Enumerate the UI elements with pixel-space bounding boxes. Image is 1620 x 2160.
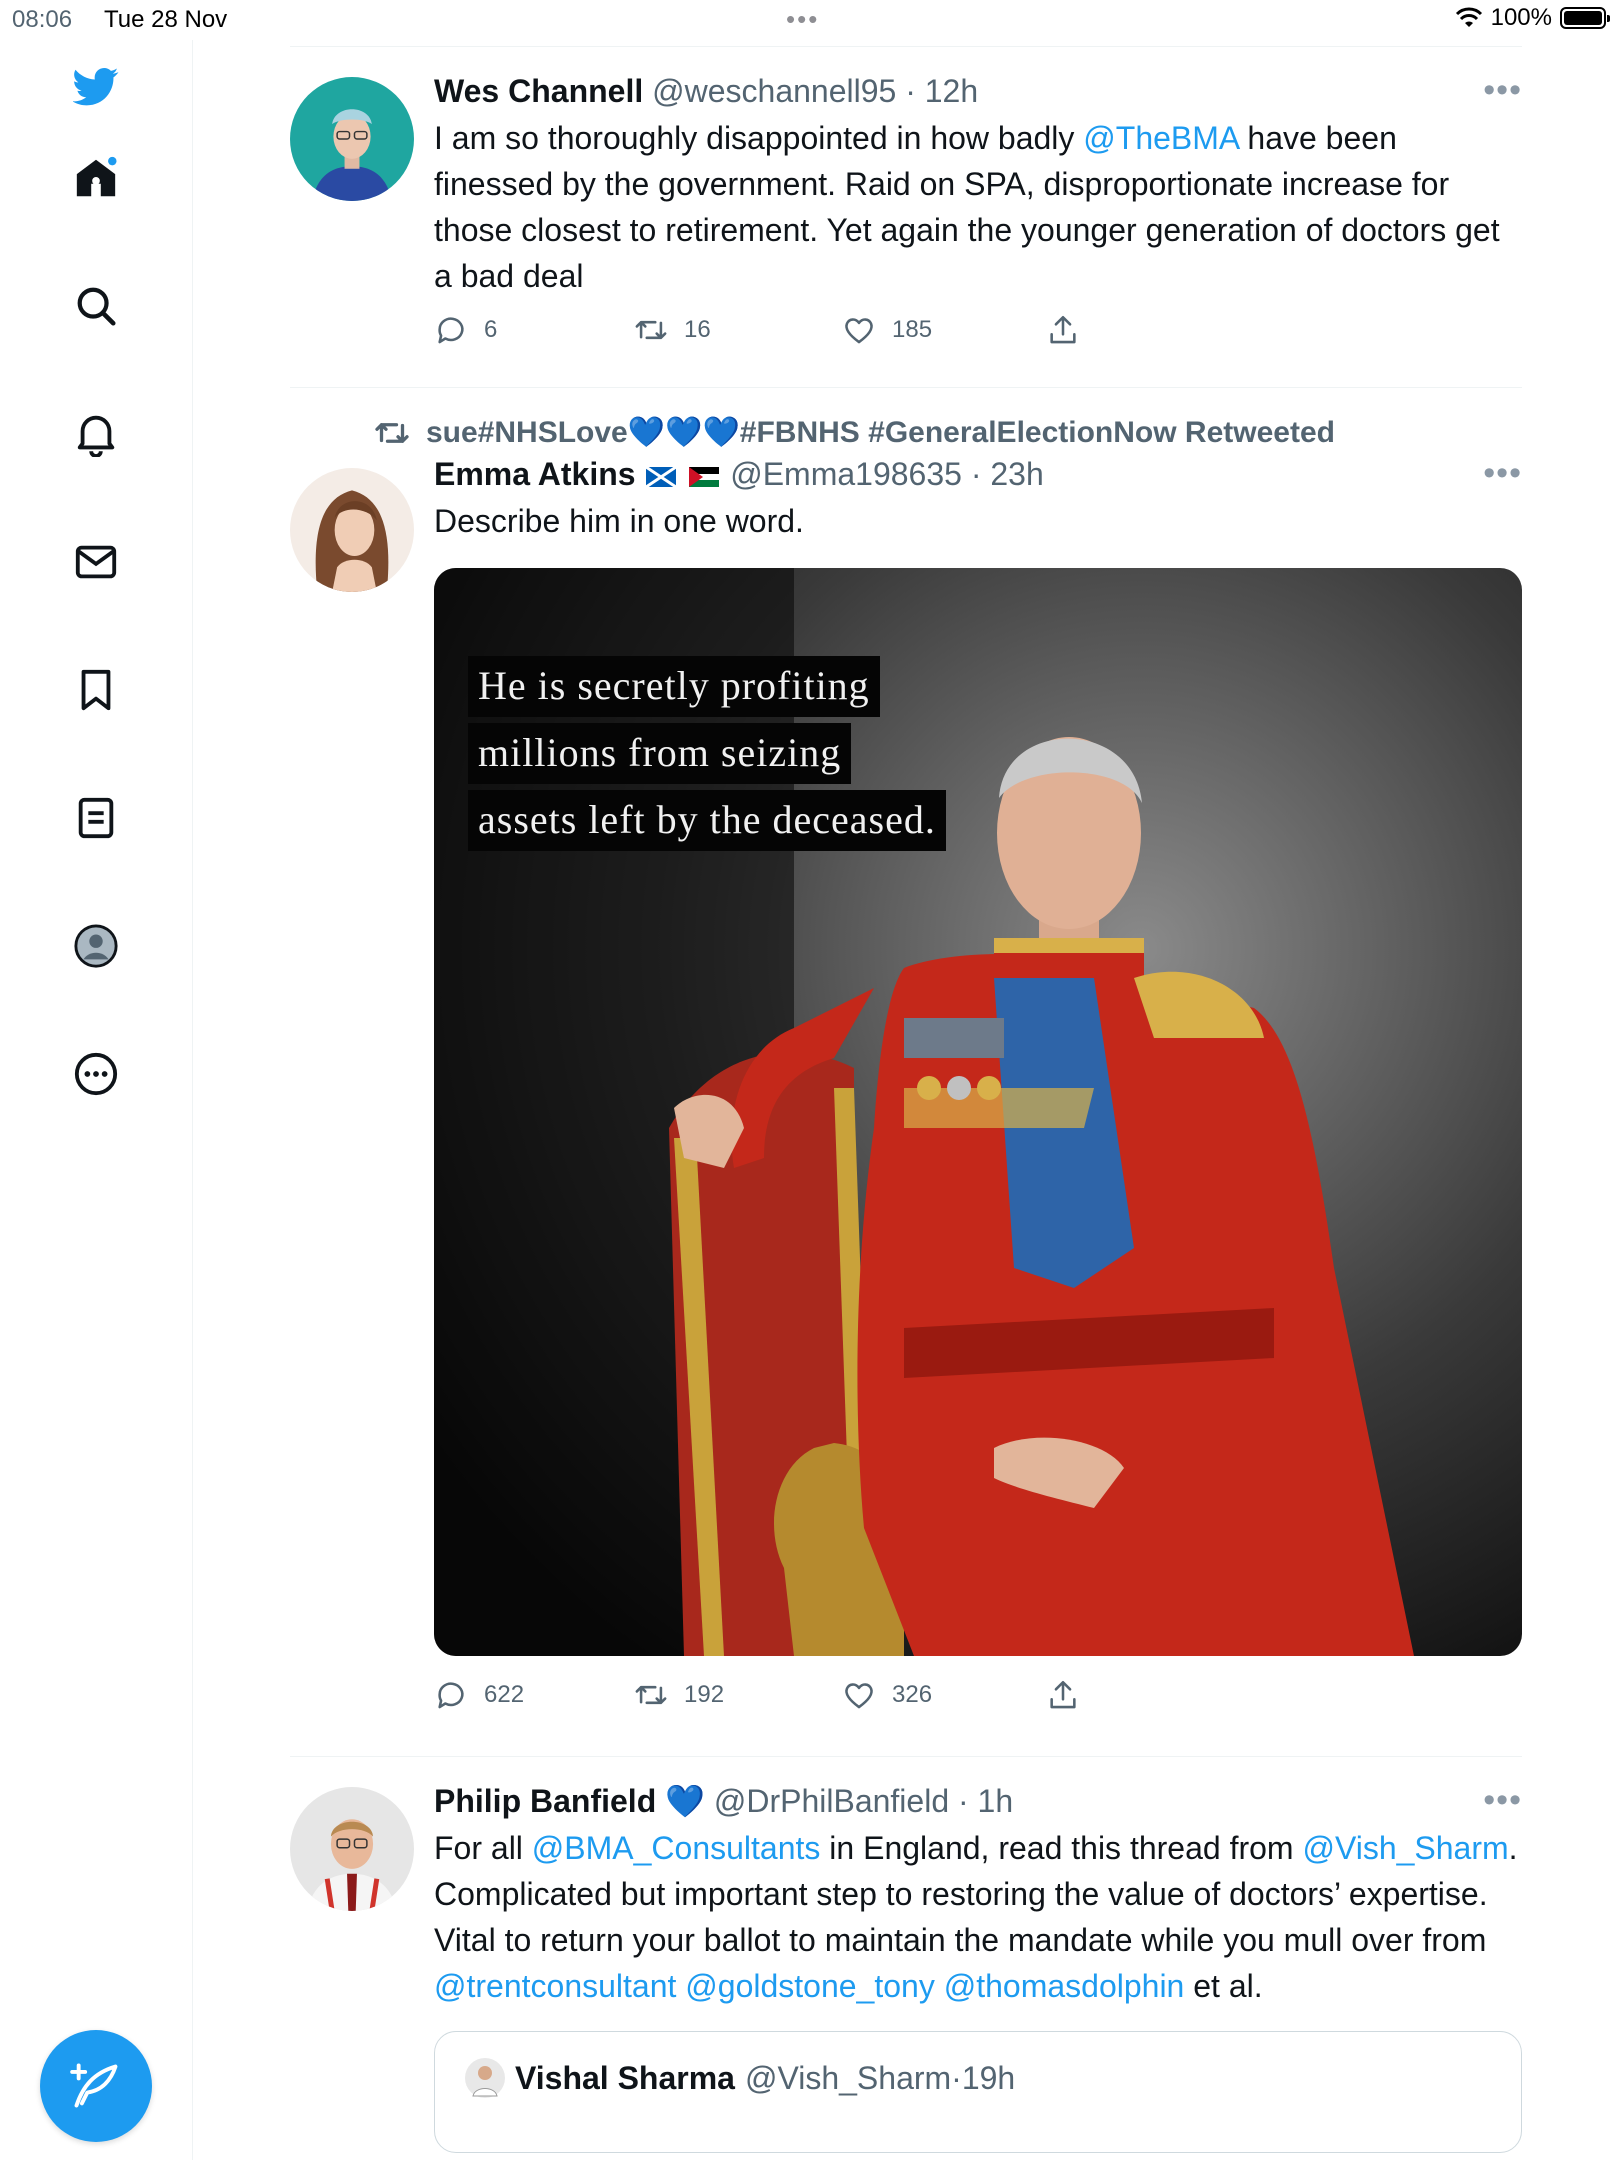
more-icon[interactable] xyxy=(70,1048,122,1100)
tweet-time[interactable]: 23h xyxy=(990,456,1043,492)
status-date: Tue 28 Nov xyxy=(104,6,228,33)
tweet-text: Describe him in one word. xyxy=(434,503,804,539)
status-time: 08:06 xyxy=(12,6,73,33)
more-options-icon[interactable]: ••• xyxy=(1483,454,1522,493)
compose-icon xyxy=(70,2063,118,2108)
like-button[interactable]: 185 xyxy=(842,313,1046,347)
caption-line: assets left by the deceased. xyxy=(468,790,946,851)
quoted-tweet-header: Vishal Sharma @Vish_Sharm · 19h xyxy=(465,2058,1015,2098)
mention-link[interactable]: @goldstone_tony xyxy=(685,1968,935,2004)
multitasking-dots-icon[interactable]: ••• xyxy=(786,4,819,35)
retweeted-by[interactable]: sue#NHSLove💙💙💙#FBNHS #GeneralElectionNow… xyxy=(374,412,1522,454)
compose-button[interactable] xyxy=(40,2030,152,2142)
image-caption: He is secretly profiting millions from s… xyxy=(468,656,946,857)
avatar[interactable] xyxy=(290,1787,414,1911)
twitter-logo-icon[interactable] xyxy=(70,60,122,112)
verified-badge: 💙 xyxy=(665,1783,705,1819)
retweet-icon xyxy=(635,1685,667,1705)
profile-icon[interactable] xyxy=(70,920,122,972)
caption-line: He is secretly profiting xyxy=(468,656,880,717)
battery-icon xyxy=(1560,7,1610,29)
avatar[interactable] xyxy=(290,77,414,201)
author-handle[interactable]: @weschannell95 xyxy=(652,73,896,109)
retweet-button[interactable]: 16 xyxy=(634,313,842,347)
quoted-author-handle[interactable]: @Vish_Sharm xyxy=(745,2060,951,2097)
share-button[interactable] xyxy=(1046,1678,1080,1712)
search-icon[interactable] xyxy=(70,280,122,332)
share-icon xyxy=(1050,1680,1076,1709)
reply-count: 6 xyxy=(484,316,498,343)
status-bar: 08:06 Tue 28 Nov ••• 100% xyxy=(0,0,1620,40)
mention-link[interactable]: @Vish_Sharm xyxy=(1302,1830,1508,1866)
like-button[interactable]: 326 xyxy=(842,1678,1046,1712)
like-count: 185 xyxy=(892,316,933,343)
retweet-count: 16 xyxy=(684,316,711,343)
like-count: 326 xyxy=(892,1681,933,1708)
quoted-author-name[interactable]: Vishal Sharma xyxy=(515,2060,735,2097)
tweet-header: Philip Banfield 💙 @DrPhilBanfield · 1h xyxy=(434,1783,1014,1819)
reply-button[interactable]: 6 xyxy=(434,313,634,347)
tweet-actions: 6 16 185 xyxy=(434,313,1522,347)
retweet-count: 192 xyxy=(684,1681,725,1708)
scotland-flag-icon xyxy=(646,466,677,487)
tweet[interactable]: ••• Philip Banfield 💙 @DrPhilBanfield · … xyxy=(290,1757,1522,2153)
author-name[interactable]: Wes Channell xyxy=(434,73,643,109)
share-icon xyxy=(1050,315,1076,344)
quoted-tweet-time[interactable]: 19h xyxy=(962,2060,1015,2097)
share-button[interactable] xyxy=(1046,313,1080,347)
mention-link[interactable]: @BMA_Consultants xyxy=(532,1830,821,1866)
jordan-flag-icon xyxy=(689,466,720,487)
avatar xyxy=(465,2058,505,2098)
messages-icon[interactable] xyxy=(70,536,122,588)
tweet[interactable]: ••• Wes Channell @weschannell95 · 12h I … xyxy=(290,47,1522,387)
tweet-actions: 622 192 326 xyxy=(434,1678,1522,1712)
author-handle[interactable]: @DrPhilBanfield xyxy=(714,1783,949,1819)
mention-link[interactable]: @trentconsultant xyxy=(434,1968,676,2004)
lists-icon[interactable] xyxy=(70,792,122,844)
reply-icon xyxy=(438,1682,464,1709)
tweet-text: I am so thoroughly disappointed in how b… xyxy=(434,120,1500,294)
retweet-icon xyxy=(635,320,667,340)
more-options-icon[interactable]: ••• xyxy=(1483,1781,1522,1820)
author-name[interactable]: Emma Atkins xyxy=(434,456,636,492)
caption-line: millions from seizing xyxy=(468,723,852,784)
quoted-tweet[interactable]: Vishal Sharma @Vish_Sharm · 19h xyxy=(434,2031,1522,2153)
retweet-button[interactable]: 192 xyxy=(634,1678,842,1712)
notifications-icon[interactable] xyxy=(70,408,122,460)
battery-percent: 100% xyxy=(1490,4,1552,31)
home-icon[interactable] xyxy=(70,152,122,204)
wifi-icon xyxy=(1455,7,1482,27)
retweet-icon xyxy=(375,423,409,443)
reply-button[interactable]: 622 xyxy=(434,1678,634,1712)
avatar[interactable] xyxy=(290,468,414,592)
timeline-feed: ••• Wes Channell @weschannell95 · 12h I … xyxy=(290,46,1522,2153)
author-name[interactable]: Philip Banfield xyxy=(434,1783,656,1819)
tweet-image[interactable]: He is secretly profiting millions from s… xyxy=(434,568,1522,1656)
mention-link[interactable]: @thomasdolphin xyxy=(944,1968,1185,2004)
tweet-header: Wes Channell @weschannell95 · 12h xyxy=(434,73,979,109)
tweet-time[interactable]: 1h xyxy=(978,1783,1014,1819)
tweet-header: Emma Atkins @Emma198635 · 23h xyxy=(434,456,1044,492)
sidebar xyxy=(0,40,193,2160)
retweeted-by-label: sue#NHSLove💙💙💙#FBNHS #GeneralElectionNow… xyxy=(426,416,1335,449)
author-handle[interactable]: @Emma198635 xyxy=(730,456,962,492)
tweet-text: For all @BMA_Consultants in England, rea… xyxy=(434,1830,1518,2004)
mention-link[interactable]: @TheBMA xyxy=(1083,120,1238,156)
tweet-time[interactable]: 12h xyxy=(925,73,978,109)
more-options-icon[interactable]: ••• xyxy=(1483,71,1522,110)
reply-icon xyxy=(438,317,464,344)
bookmarks-icon[interactable] xyxy=(70,664,122,716)
like-icon xyxy=(845,1683,873,1709)
reply-count: 622 xyxy=(484,1681,525,1708)
like-icon xyxy=(845,318,873,344)
tweet[interactable]: sue#NHSLove💙💙💙#FBNHS #GeneralElectionNow… xyxy=(290,388,1522,1756)
